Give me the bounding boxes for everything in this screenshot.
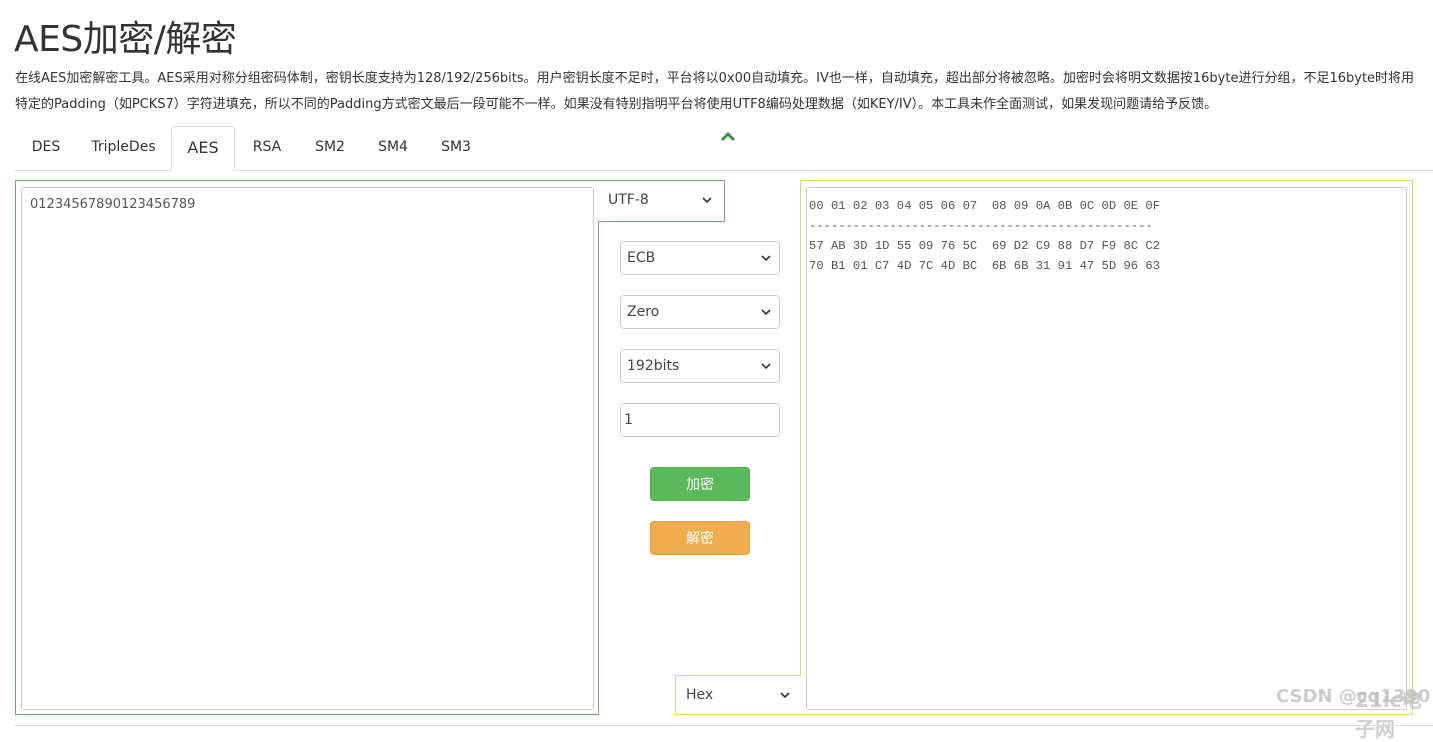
key-size-select[interactable]: 192bits [620,349,780,383]
chevron-down-icon [761,255,771,262]
page-title: AES加密/解密 [14,19,237,60]
ciphertext-output[interactable]: 00 01 02 03 04 05 06 07 08 09 0A 0B 0C 0… [806,187,1407,710]
hex-separator: ----------------------------------------… [809,219,1153,233]
padding-select[interactable]: Zero [620,295,780,329]
tab-sm2[interactable]: SM2 [302,126,358,170]
tab-rsa[interactable]: RSA [239,126,295,170]
output-format-value: Hex [686,687,714,703]
chevron-down-icon [780,692,790,699]
key-size-value: 192bits [627,358,680,374]
mode-select[interactable]: ECB [620,241,780,275]
hex-line: 57 AB 3D 1D 55 09 76 5C 69 D2 C9 88 D7 F… [809,239,1161,253]
tab-sm3[interactable]: SM3 [428,126,484,170]
tab-des[interactable]: DES [15,126,77,170]
page-description: 在线AES加密解密工具。AES采用对称分组密码体制，密钥长度支持为128/192… [15,71,1415,112]
encoding-select[interactable]: UTF-8 [602,184,720,218]
mode-value: ECB [627,250,656,266]
plaintext-input[interactable] [21,187,594,710]
divider [15,725,1433,726]
key-input[interactable]: 1 [620,403,780,437]
encoding-value: UTF-8 [608,192,649,208]
output-format-panel: Hex [675,675,801,715]
watermark-text: CSDN @cq1390 [1276,686,1431,707]
chevron-down-icon [702,197,712,204]
hex-header: 00 01 02 03 04 05 06 07 08 09 0A 0B 0C 0… [809,199,1161,213]
tab-sm4[interactable]: SM4 [365,126,421,170]
padding-value: Zero [627,304,660,320]
key-value: 1 [624,412,633,428]
hex-line: 70 B1 01 C7 4D 7C 4D BC 6B 6B 31 91 47 5… [809,259,1161,273]
chevron-down-icon [761,309,771,316]
chevron-down-icon [761,363,771,370]
encoding-panel: UTF-8 [598,180,725,222]
decrypt-button[interactable]: 解密 [650,521,750,555]
encrypt-button[interactable]: 加密 [650,467,750,501]
tab-tripledes[interactable]: TripleDes [81,126,166,170]
chevron-up-icon[interactable] [720,129,736,143]
tab-aes[interactable]: AES [171,126,235,171]
output-format-select[interactable]: Hex [680,679,798,713]
